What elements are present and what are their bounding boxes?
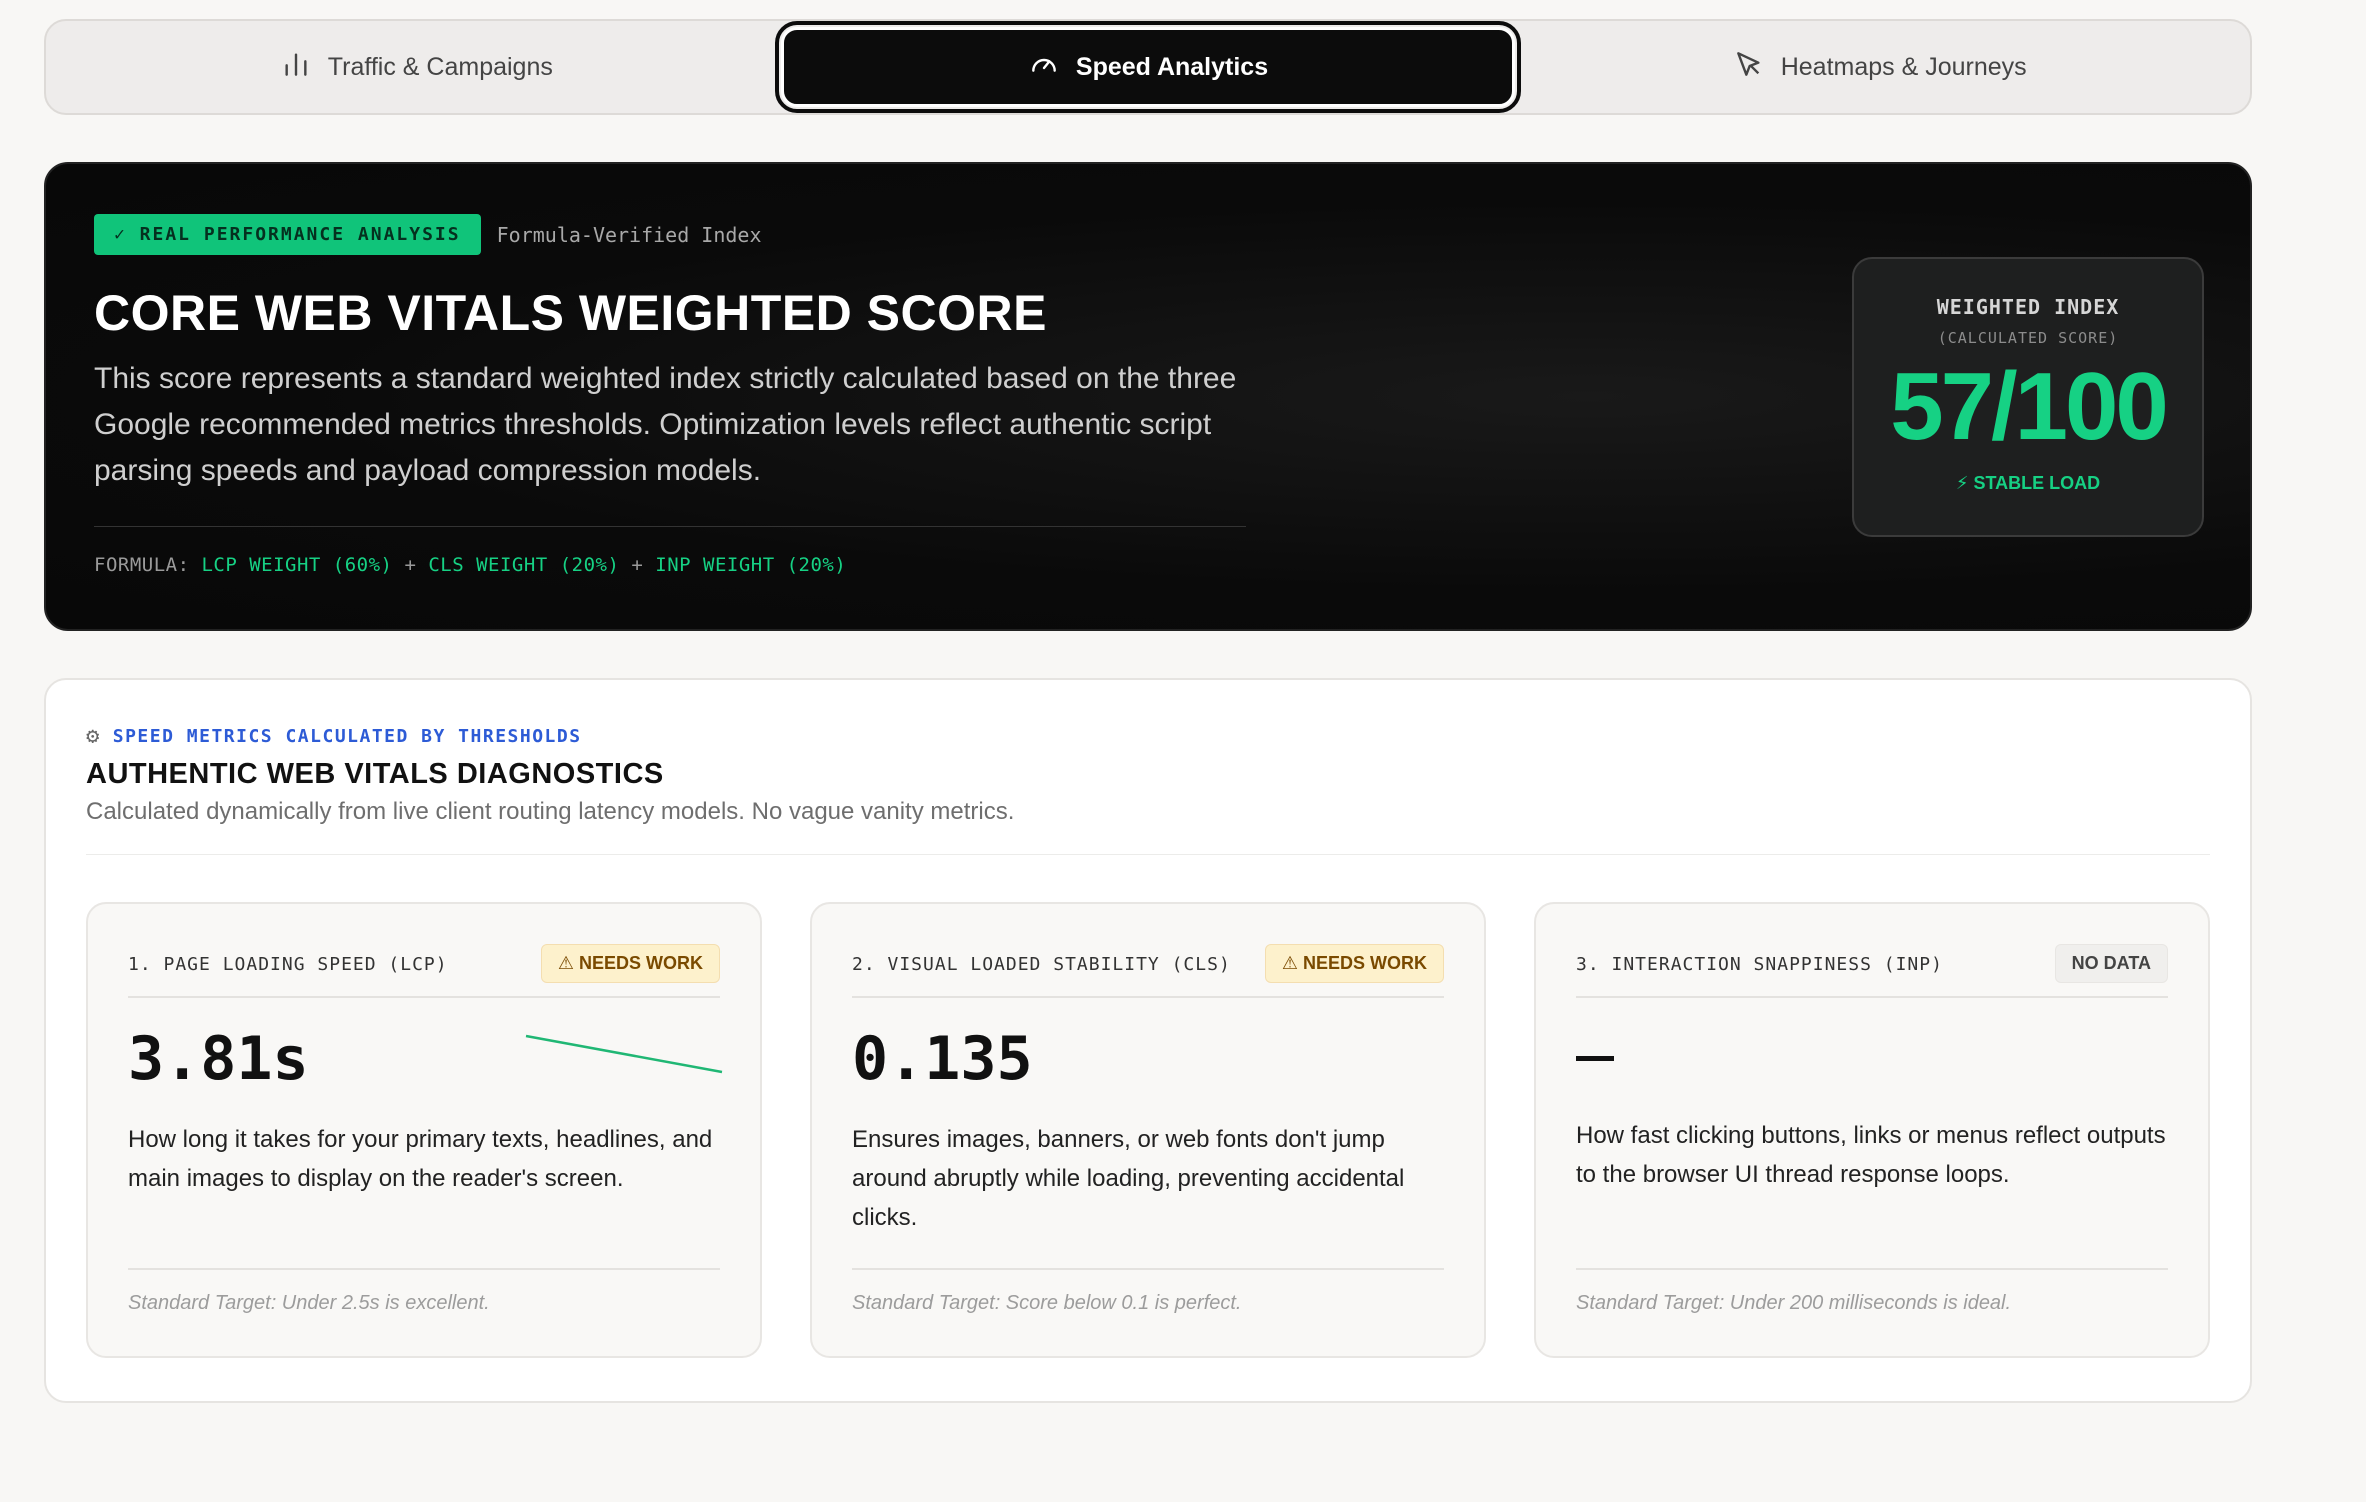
- metric-value: 0.135: [852, 1024, 1033, 1094]
- divider: [128, 996, 720, 998]
- hero-description: This score represents a standard weighte…: [94, 362, 1237, 487]
- gear-icon: ⚙: [86, 724, 101, 749]
- weighted-score-hero: ✓ REAL PERFORMANCE ANALYSIS Formula-Veri…: [44, 162, 2252, 631]
- panel-title: AUTHENTIC WEB VITALS DIAGNOSTICS: [86, 758, 664, 790]
- metric-description: How long it takes for your primary texts…: [128, 1126, 713, 1192]
- metric-value: 3.81s: [128, 1024, 309, 1094]
- formula-inp: INP WEIGHT (20%): [655, 554, 847, 576]
- metric-label: 3. INTERACTION SNAPPINESS (INP): [1576, 954, 1943, 975]
- status-badge: NO DATA: [2054, 944, 2168, 983]
- divider: [852, 996, 1444, 998]
- bar-chart-icon: [280, 48, 312, 87]
- trend-sparkline: [525, 1034, 723, 1074]
- metric-card-cls: 2. VISUAL LOADED STABILITY (CLS) ⚠ NEEDS…: [810, 902, 1486, 1358]
- gauge-icon: [1028, 48, 1060, 87]
- score-sublabel: (CALCULATED SCORE): [1937, 329, 2119, 347]
- tab-label: Speed Analytics: [1075, 52, 1269, 81]
- weighted-index-card: WEIGHTED INDEX (CALCULATED SCORE) 57/100…: [1852, 257, 2204, 537]
- score-label: WEIGHTED INDEX: [1936, 295, 2120, 319]
- metric-target: Standard Target: Score below 0.1 is perf…: [852, 1292, 1242, 1314]
- metric-target: Standard Target: Under 2.5s is excellent…: [128, 1292, 490, 1314]
- status-badge: ⚠ NEEDS WORK: [1264, 944, 1444, 983]
- formula-lcp: LCP WEIGHT (60%): [201, 554, 393, 576]
- tab-traffic-campaigns[interactable]: Traffic & Campaigns: [52, 27, 781, 107]
- metric-card-lcp: 1. PAGE LOADING SPEED (LCP) ⚠ NEEDS WORK…: [86, 902, 762, 1358]
- cursor-icon: [1733, 48, 1765, 87]
- hero-title: CORE WEB VITALS WEIGHTED SCORE: [94, 285, 1047, 341]
- formula-cls: CLS WEIGHT (20%): [428, 554, 620, 576]
- divider: [1576, 1268, 2168, 1270]
- tab-speed-analytics[interactable]: Speed Analytics: [774, 21, 1522, 113]
- metric-description: Ensures images, banners, or web fonts do…: [852, 1126, 1405, 1231]
- badge-note: Formula-Verified Index: [496, 222, 762, 247]
- metric-target: Standard Target: Under 200 milliseconds …: [1576, 1292, 2012, 1314]
- tab-heatmaps-journeys[interactable]: Heatmaps & Journeys: [1515, 27, 2244, 107]
- metric-label: 2. VISUAL LOADED STABILITY (CLS): [852, 954, 1231, 975]
- tab-label: Traffic & Campaigns: [327, 52, 553, 81]
- status-badge: ⚠ NEEDS WORK: [540, 944, 720, 983]
- analysis-badge: ✓ REAL PERFORMANCE ANALYSIS: [94, 214, 481, 255]
- score-status: ⚡ STABLE LOAD: [1955, 473, 2101, 493]
- metric-label: 1. PAGE LOADING SPEED (LCP): [128, 954, 448, 975]
- divider: [1576, 996, 2168, 998]
- score-value: 57/100: [1890, 353, 2169, 460]
- empty-value-dash: [1576, 1056, 1614, 1061]
- tab-label: Heatmaps & Journeys: [1780, 52, 2027, 81]
- metric-description: How fast clicking buttons, links or menu…: [1576, 1122, 2166, 1188]
- hero-badges: ✓ REAL PERFORMANCE ANALYSIS Formula-Veri…: [94, 214, 762, 255]
- formula: FORMULA: LCP WEIGHT (60%) + CLS WEIGHT (…: [94, 554, 846, 576]
- diagnostics-panel: ⚙ SPEED METRICS CALCULATED BY THRESHOLDS…: [44, 678, 2252, 1403]
- section-tabbar: Traffic & Campaigns Speed Analytics Heat…: [44, 19, 2252, 115]
- panel-kicker: ⚙ SPEED METRICS CALCULATED BY THRESHOLDS: [86, 724, 582, 749]
- formula-plus: +: [631, 554, 644, 576]
- metric-card-inp: 3. INTERACTION SNAPPINESS (INP) NO DATA …: [1534, 902, 2210, 1358]
- divider: [94, 526, 1246, 527]
- kicker-text: SPEED METRICS CALCULATED BY THRESHOLDS: [112, 726, 582, 747]
- divider: [86, 854, 2210, 855]
- formula-prefix: FORMULA:: [94, 554, 190, 576]
- divider: [852, 1268, 1444, 1270]
- divider: [128, 1268, 720, 1270]
- panel-subtitle: Calculated dynamically from live client …: [86, 798, 1015, 825]
- formula-plus: +: [404, 554, 417, 576]
